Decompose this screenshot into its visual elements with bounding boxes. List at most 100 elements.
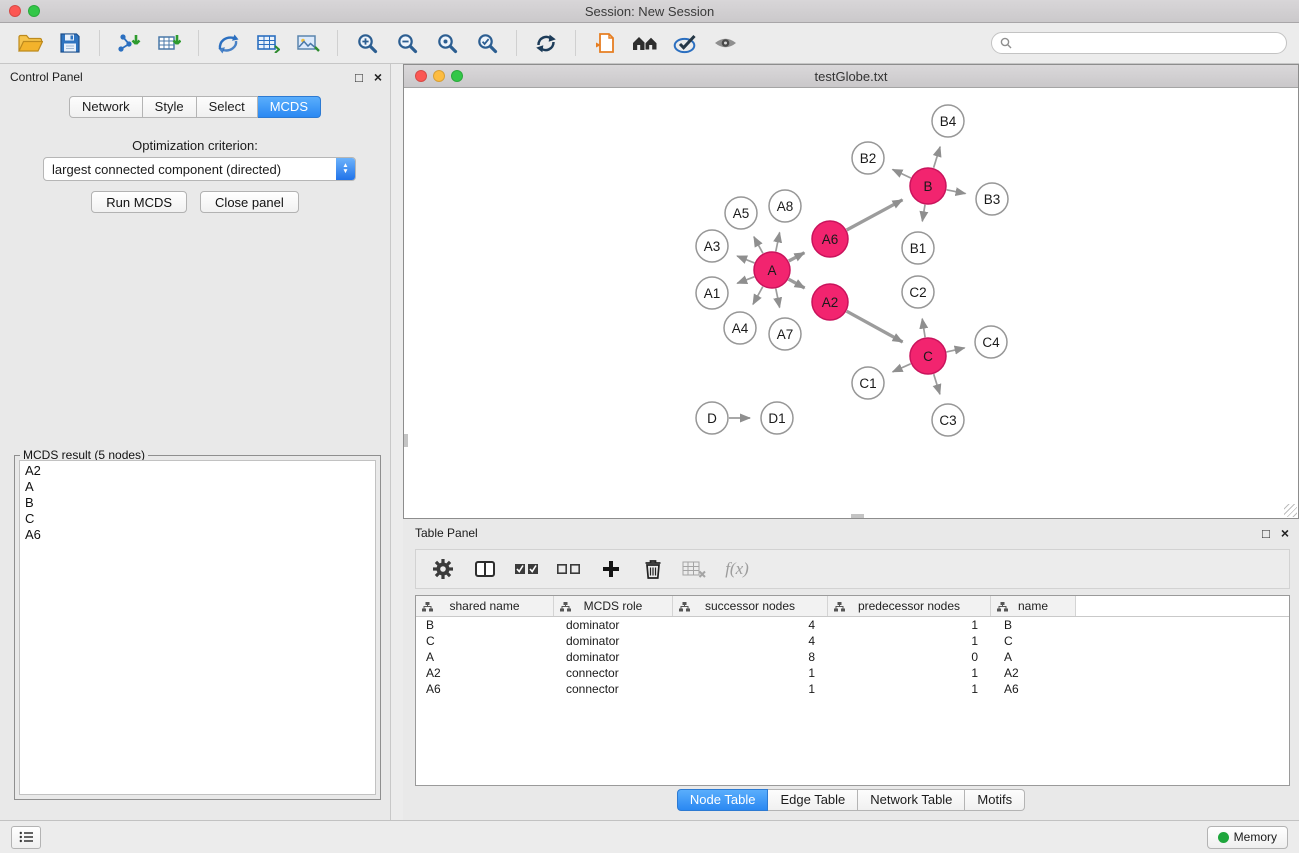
home-panels-button[interactable]	[627, 27, 663, 59]
mcds-result-item[interactable]: B	[20, 495, 375, 511]
graph-edge-C-C3[interactable]	[934, 374, 940, 394]
graph-node-C[interactable]: C	[910, 338, 946, 374]
graph-edge-A2-C[interactable]	[847, 311, 903, 342]
graph-node-A1[interactable]: A1	[696, 277, 728, 309]
graph-node-B4[interactable]: B4	[932, 105, 964, 137]
graph-edge-A-A4[interactable]	[753, 287, 763, 305]
network-canvas[interactable]: B4 B2 B B3 B1 A5 A8 A6 A3 A A1A4 A7 A2 C2 C1 C C4 C3 D D1	[404, 88, 1298, 518]
resize-handle[interactable]	[1284, 504, 1297, 517]
column-header-name[interactable]: name	[991, 596, 1076, 616]
graph-edge-B-B1[interactable]	[922, 205, 925, 222]
graph-node-A4[interactable]: A4	[724, 312, 756, 344]
tab-motifs[interactable]: Motifs	[965, 789, 1025, 811]
zoom-selected-button[interactable]	[469, 27, 505, 59]
table-row[interactable]: Cdominator41C	[416, 633, 1289, 649]
graph-node-A5[interactable]: A5	[725, 197, 757, 229]
graph-edge-C-C1[interactable]	[893, 364, 911, 372]
mcds-result-item[interactable]: C	[20, 511, 375, 527]
import-network-button[interactable]	[111, 27, 147, 59]
export-table-button[interactable]	[250, 27, 286, 59]
run-mcds-button[interactable]: Run MCDS	[91, 191, 187, 213]
graph-node-B[interactable]: B	[910, 168, 946, 204]
close-panel-button[interactable]: Close panel	[200, 191, 299, 213]
tab-select[interactable]: Select	[197, 96, 258, 118]
show-hide-button[interactable]	[707, 27, 743, 59]
float-table-panel-icon[interactable]: □	[1262, 526, 1270, 541]
export-network-button[interactable]	[210, 27, 246, 59]
show-columns-button[interactable]	[468, 553, 502, 585]
graph-node-A8[interactable]: A8	[769, 190, 801, 222]
column-header-shared-name[interactable]: shared name	[416, 596, 554, 616]
graph-edge-A-A3[interactable]	[737, 256, 754, 263]
mcds-result-item[interactable]: A	[20, 479, 375, 495]
network-zoom-icon[interactable]	[451, 70, 463, 82]
tab-node-table[interactable]: Node Table	[677, 789, 769, 811]
memory-button[interactable]: Memory	[1207, 826, 1288, 849]
zoom-out-button[interactable]	[389, 27, 425, 59]
mcds-result-item[interactable]: A2	[20, 463, 375, 479]
save-session-button[interactable]	[52, 27, 88, 59]
close-window-icon[interactable]	[9, 5, 21, 17]
table-row[interactable]: Bdominator41B	[416, 617, 1289, 633]
graph-node-A3[interactable]: A3	[696, 230, 728, 262]
delete-column-button[interactable]	[636, 553, 670, 585]
graph-node-A7[interactable]: A7	[769, 318, 801, 350]
deselect-all-columns-button[interactable]	[552, 553, 586, 585]
network-minimize-icon[interactable]	[433, 70, 445, 82]
network-canvas-svg[interactable]: B4 B2 B B3 B1 A5 A8 A6 A3 A A1A4 A7 A2 C2 C1 C C4 C3 D D1	[404, 88, 1298, 518]
zoom-in-button[interactable]	[349, 27, 385, 59]
table-row[interactable]: A6connector11A6	[416, 681, 1289, 697]
graph-edge-A6-B[interactable]	[847, 200, 903, 230]
float-panel-icon[interactable]: □	[355, 70, 363, 85]
table-row[interactable]: Adominator80A	[416, 649, 1289, 665]
search-input[interactable]	[1017, 35, 1278, 51]
graph-edge-B-B3[interactable]	[947, 190, 966, 194]
graph-node-A2[interactable]: A2	[812, 284, 848, 320]
zoom-window-icon[interactable]	[28, 5, 40, 17]
graph-node-B3[interactable]: B3	[976, 183, 1008, 215]
table-settings-button[interactable]	[426, 553, 460, 585]
graph-node-A6[interactable]: A6	[812, 221, 848, 257]
create-column-button[interactable]	[594, 553, 628, 585]
open-network-file-button[interactable]	[587, 27, 623, 59]
graph-node-C3[interactable]: C3	[932, 404, 964, 436]
graph-edge-A-A5[interactable]	[754, 237, 763, 254]
tab-edge-table[interactable]: Edge Table	[768, 789, 858, 811]
apply-layout-button[interactable]	[528, 27, 564, 59]
delete-table-button[interactable]	[678, 553, 712, 585]
graph-edge-A-A7[interactable]	[776, 289, 780, 308]
graph-node-A[interactable]: A	[754, 252, 790, 288]
column-header-mcds-role[interactable]: MCDS role	[554, 596, 673, 616]
graph-edge-A-A1[interactable]	[737, 277, 754, 284]
annotation-check-button[interactable]	[667, 27, 703, 59]
graph-node-B2[interactable]: B2	[852, 142, 884, 174]
graph-node-B1[interactable]: B1	[902, 232, 934, 264]
import-table-button[interactable]	[151, 27, 187, 59]
column-header-successor-nodes[interactable]: successor nodes	[673, 596, 828, 616]
tab-network-table[interactable]: Network Table	[858, 789, 965, 811]
task-history-button[interactable]	[11, 826, 41, 849]
tab-style[interactable]: Style	[143, 96, 197, 118]
graph-node-D1[interactable]: D1	[761, 402, 793, 434]
graph-edge-A-A2[interactable]	[789, 279, 805, 288]
mcds-result-item[interactable]: A6	[20, 527, 375, 543]
export-image-button[interactable]	[290, 27, 326, 59]
table-row[interactable]: A2connector11A2	[416, 665, 1289, 681]
graph-edge-B-B4[interactable]	[934, 147, 941, 168]
close-table-panel-icon[interactable]: ×	[1281, 526, 1289, 541]
graph-node-C4[interactable]: C4	[975, 326, 1007, 358]
open-session-button[interactable]	[12, 27, 48, 59]
toolbar-search[interactable]	[991, 32, 1287, 54]
graph-node-D[interactable]: D	[696, 402, 728, 434]
graph-edge-A-A8[interactable]	[776, 233, 780, 252]
criterion-dropdown[interactable]: largest connected component (directed) ▲…	[43, 157, 356, 181]
tab-network[interactable]: Network	[69, 96, 143, 118]
tab-mcds[interactable]: MCDS	[258, 96, 321, 118]
zoom-fit-button[interactable]	[429, 27, 465, 59]
graph-edge-B-B2[interactable]	[893, 169, 911, 178]
graph-node-C1[interactable]: C1	[852, 367, 884, 399]
column-header-predecessor-nodes[interactable]: predecessor nodes	[828, 596, 991, 616]
function-builder-button[interactable]: f(x)	[720, 553, 754, 585]
graph-node-C2[interactable]: C2	[902, 276, 934, 308]
mcds-result-list[interactable]: A2ABCA6	[19, 460, 376, 795]
